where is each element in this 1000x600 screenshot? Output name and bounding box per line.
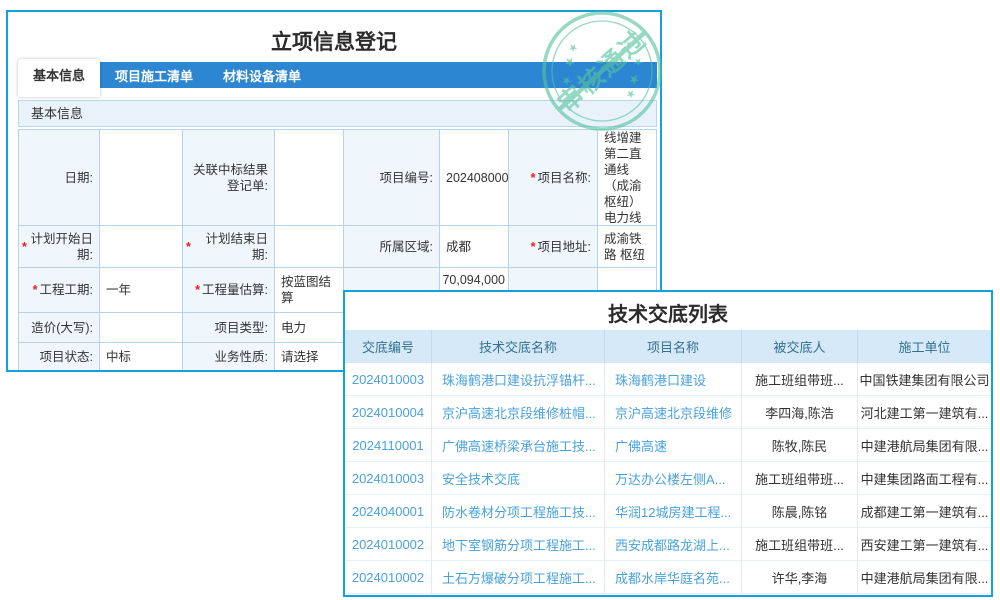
disclosure-name-link[interactable]: 广佛高速桥梁承台施工技... [432,429,605,462]
field-value[interactable]: 成都 [440,226,509,268]
recipients-cell: 施工班组带班... [742,528,858,561]
required-marker: * [195,282,200,298]
recipients-cell: 施工班组带班... [742,363,858,396]
disclosure-id-link[interactable]: 2024010002 [345,528,432,561]
field-label: 所属区域: [344,226,440,268]
field-value[interactable] [275,130,344,226]
table-row: 2024040001防水卷材分项工程施工技...华润12城房建工程...陈晨,陈… [345,495,991,528]
table-row: 2024010003珠海鹤港口建设抗浮锚杆...珠海鹤港口建设施工班组带班...… [345,363,991,396]
disclosure-name-link[interactable]: 防水卷材分项工程施工技... [432,495,605,528]
disclosure-name-link[interactable]: 安全技术交底 [432,462,605,495]
required-marker: * [531,170,536,186]
disclosure-name-link[interactable]: 地下室钢筋分项工程施工... [432,528,605,561]
field-label: *工程量估算: [183,268,275,313]
recipients-cell: 许华,李海 [742,561,858,594]
contractor-cell: 中建集团路面工程有... [858,462,991,495]
field-value[interactable]: 请选择 [275,343,344,372]
tab-bar: 基本信息 项目施工清单 材料设备清单 [18,62,657,88]
disclosure-id-link[interactable]: 2024110001 [345,429,432,462]
field-label: 日期: [19,130,100,226]
field-label: 关联中标结果登记单: [183,130,275,226]
project-name-link[interactable]: 华润12城房建工程... [605,495,742,528]
disclosure-id-link[interactable]: 2024010002 [345,561,432,594]
required-marker: * [186,239,191,255]
field-label: 业务性质: [183,343,275,372]
disclosure-id-link[interactable]: 2024010004 [345,396,432,429]
project-name-link[interactable]: 成都水岸华庭名苑... [605,561,742,594]
contractor-cell: 中建港航局集团有限... [858,561,991,594]
project-name-link[interactable]: 万达办公楼左侧A... [605,462,742,495]
disclosure-id-link[interactable]: 2024010003 [345,462,432,495]
field-value[interactable]: 2024080005 [440,130,509,226]
field-value[interactable] [100,313,183,343]
table-row: 2024010002地下室钢筋分项工程施工...西安成都路龙湖上...施工班组带… [345,528,991,561]
section-header: 基本信息 [18,100,657,127]
tab-construction-list[interactable]: 项目施工清单 [100,62,208,88]
recipients-cell: 李四海,陈浩 [742,396,858,429]
tab-material-equipment-list[interactable]: 材料设备清单 [208,62,316,88]
recipients-cell: 陈牧,陈民 [742,429,858,462]
table-header-row: 交底编号 技术交底名称 项目名称 被交底人 施工单位 [345,330,991,363]
recipients-cell: 施工班组带班... [742,462,858,495]
project-name-link[interactable]: 京沪高速北京段维修 [605,396,742,429]
project-name-link[interactable]: 西安成都路龙湖上... [605,528,742,561]
disclosure-name-link[interactable]: 京沪高速北京段维修桩帽... [432,396,605,429]
column-header: 项目名称 [605,330,742,363]
disclosure-name-link[interactable]: 土石方爆破分项工程施工... [432,561,605,594]
field-label: 项目编号: [344,130,440,226]
field-value[interactable]: 成渝铁路 枢纽 [598,226,657,268]
required-marker: * [531,239,536,255]
contractor-cell: 河北建工第一建筑有... [858,396,991,429]
field-value[interactable] [100,130,183,226]
column-header: 交底编号 [345,330,432,363]
contractor-cell: 成都建工第一建筑有... [858,495,991,528]
field-label: *计划开始日期: [19,226,100,268]
field-label: *项目地址: [509,226,598,268]
tab-basic-info[interactable]: 基本信息 [18,59,100,97]
field-value[interactable]: 中标 [100,343,183,372]
contractor-cell: 中国铁建集团有限公司 [858,363,991,396]
required-marker: * [33,282,38,298]
table-row: 2024010003安全技术交底万达办公楼左侧A...施工班组带班...中建集团… [345,462,991,495]
field-value[interactable]: 一年 [100,268,183,313]
disclosure-id-link[interactable]: 2024040001 [345,495,432,528]
field-label: *项目名称: [509,130,598,226]
field-value[interactable] [275,226,344,268]
disclosure-name-link[interactable]: 珠海鹤港口建设抗浮锚杆... [432,363,605,396]
column-header: 技术交底名称 [432,330,605,363]
field-label: 造价(大写): [19,313,100,343]
table-row: 2024010004京沪高速北京段维修桩帽...京沪高速北京段维修李四海,陈浩河… [345,396,991,429]
field-value[interactable]: 电力 [275,313,344,343]
disclosure-id-link[interactable]: 2024010003 [345,363,432,396]
table-row: 2024110001广佛高速桥梁承台施工技...广佛高速陈牧,陈民中建港航局集团… [345,429,991,462]
field-value[interactable]: 改建铁路成渝线增建第二直通线（成渝枢纽）电力线路迁改工程 [598,130,657,226]
recipients-cell: 陈晨,陈铭 [742,495,858,528]
field-label: *计划结束日期: [183,226,275,268]
field-value[interactable]: 按蓝图结算 [275,268,344,313]
project-name-link[interactable]: 珠海鹤港口建设 [605,363,742,396]
disclosure-list-panel: 技术交底列表 交底编号 技术交底名称 项目名称 被交底人 施工单位 202401… [343,290,993,597]
list-title: 技术交底列表 [345,298,991,327]
required-marker: * [22,239,27,255]
contractor-cell: 中建港航局集团有限... [858,429,991,462]
field-label: *工程工期: [19,268,100,313]
field-label: 项目状态: [19,343,100,372]
contractor-cell: 西安建工第一建筑有... [858,528,991,561]
field-label: 项目类型: [183,313,275,343]
page-title: 立项信息登记 [8,26,660,56]
column-header: 被交底人 [742,330,858,363]
field-value[interactable] [100,226,183,268]
disclosure-table: 交底编号 技术交底名称 项目名称 被交底人 施工单位 2024010003珠海鹤… [345,330,991,595]
table-body: 2024010003珠海鹤港口建设抗浮锚杆...珠海鹤港口建设施工班组带班...… [345,363,991,594]
project-name-link[interactable]: 广佛高速 [605,429,742,462]
column-header: 施工单位 [858,330,991,363]
table-row: 2024010002土石方爆破分项工程施工...成都水岸华庭名苑...许华,李海… [345,561,991,594]
